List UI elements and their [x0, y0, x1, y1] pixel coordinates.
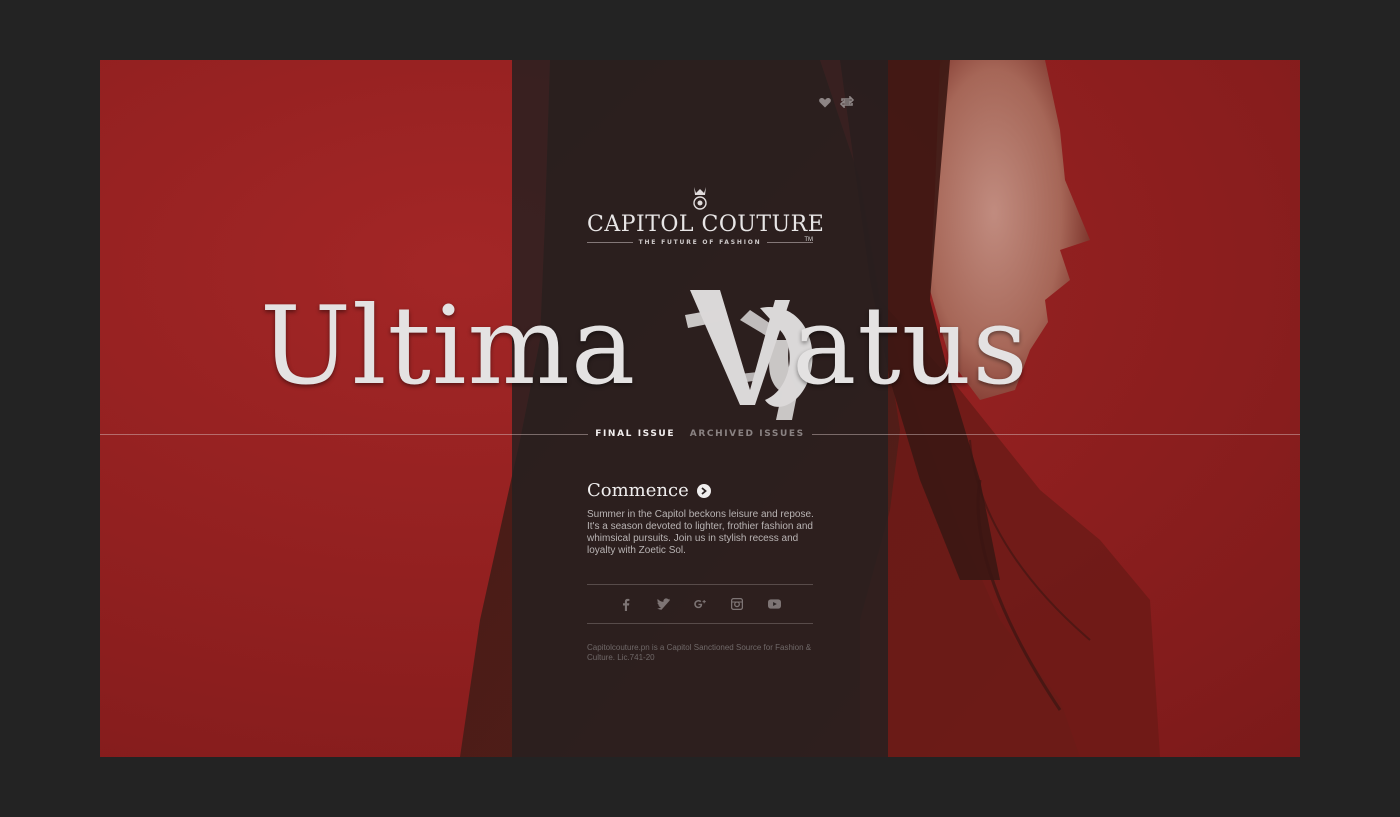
- trademark: TM: [804, 237, 813, 243]
- google-plus-icon[interactable]: [693, 598, 707, 611]
- crown-crest-icon: [693, 187, 707, 210]
- headline-word-right: atus: [792, 284, 1029, 409]
- commence-link[interactable]: Commence: [587, 480, 817, 501]
- divider-right: [812, 434, 1300, 435]
- brand-name: CAPITOL COUTURE: [587, 212, 825, 237]
- heart-icon[interactable]: [818, 95, 832, 109]
- youtube-icon[interactable]: [767, 598, 781, 611]
- chevron-right-icon[interactable]: [696, 483, 711, 498]
- top-actions: [818, 95, 854, 109]
- commence-title: Commence: [587, 480, 689, 501]
- facebook-icon[interactable]: [620, 598, 633, 611]
- brand-logo[interactable]: CAPITOL COUTURE TM THE FUTURE OF FASHION: [587, 184, 825, 246]
- intro-body: Summer in the Capitol beckons leisure an…: [587, 509, 814, 556]
- social-links: [587, 584, 813, 624]
- archived-issues-link[interactable]: ARCHIVED ISSUES: [690, 429, 805, 439]
- brand-tagline: THE FUTURE OF FASHION: [638, 239, 762, 246]
- brand-tagline-row: THE FUTURE OF FASHION: [587, 239, 814, 246]
- twitter-icon[interactable]: [656, 598, 670, 611]
- final-issue-link[interactable]: FINAL ISSUE: [595, 429, 675, 439]
- repeat-icon[interactable]: [840, 95, 854, 109]
- divider-left: [100, 434, 588, 435]
- headline-word-left: Ultima: [260, 284, 637, 409]
- headline: Ultima atus: [260, 282, 1140, 420]
- intro-section: Commence Summer in the Capitol beckons l…: [587, 480, 817, 557]
- issue-nav: FINAL ISSUE ARCHIVED ISSUES: [590, 429, 810, 439]
- hero-frame: CAPITOL COUTURE TM THE FUTURE OF FASHION…: [100, 60, 1300, 757]
- legal-notice: Capitolcouture.pn is a Capitol Sanctione…: [587, 643, 812, 662]
- instagram-icon[interactable]: [731, 598, 744, 611]
